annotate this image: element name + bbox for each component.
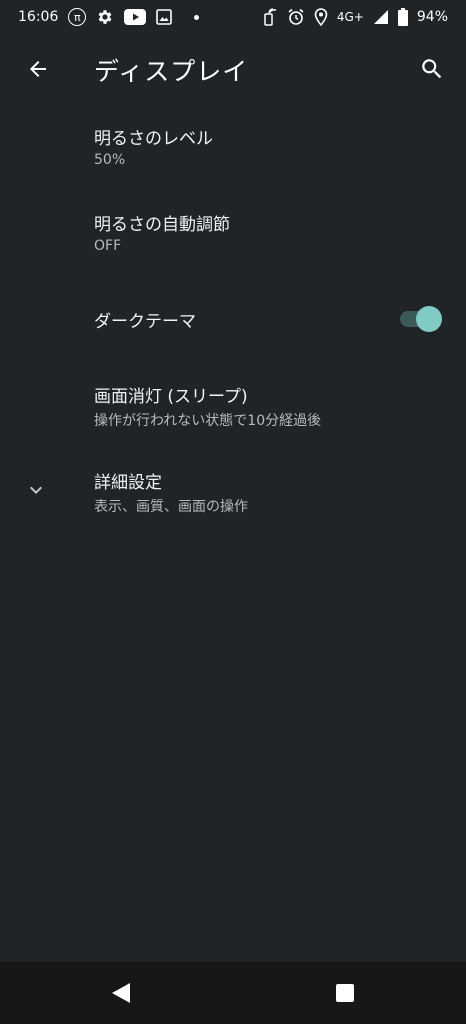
brightness-level-item[interactable]: 明るさのレベル 50% — [0, 104, 466, 190]
notification-dot — [194, 14, 200, 20]
square-recents-icon — [336, 984, 354, 1002]
item-title: ダークテーマ — [94, 312, 196, 332]
settings-list: 明るさのレベル 50% 明るさの自動調節 OFF ダークテーマ 画面消灯 (スリ… — [0, 104, 466, 534]
gear-icon — [96, 8, 114, 26]
app-bar: ディスプレイ — [0, 34, 466, 104]
adaptive-brightness-item[interactable]: 明るさの自動調節 OFF — [0, 190, 466, 276]
item-title: 明るさのレベル — [94, 129, 213, 149]
battery-icon — [397, 8, 408, 26]
triangle-back-icon — [112, 983, 130, 1003]
dark-theme-item[interactable]: ダークテーマ — [0, 276, 466, 362]
status-bar: 16:06 π 4G+ 94% — [0, 0, 466, 34]
battery-percent: 94% — [416, 9, 448, 25]
nav-recents-button[interactable] — [332, 980, 358, 1006]
item-title: 詳細設定 — [94, 473, 162, 493]
search-button[interactable] — [412, 49, 452, 89]
item-title: 画面消灯 (スリープ) — [94, 387, 248, 407]
nav-back-button[interactable] — [108, 980, 134, 1006]
status-time: 16:06 — [18, 9, 59, 25]
display-settings-screen: 16:06 π 4G+ 94% ディスプレイ 明るさのレベル 50% 明るさの自… — [0, 0, 466, 1024]
item-title: 明るさの自動調節 — [94, 215, 230, 235]
item-summary: 操作が行われない状態で10分経過後 — [94, 413, 322, 429]
pi-icon: π — [68, 8, 87, 26]
network-type: 4G+ — [336, 10, 364, 24]
navigation-bar — [0, 962, 466, 1024]
toggle-thumb — [416, 306, 442, 332]
alarm-icon — [287, 8, 305, 26]
location-icon — [314, 8, 328, 26]
item-summary: 50% — [94, 152, 126, 168]
signal-icon — [373, 9, 389, 25]
item-summary: 表示、画質、画面の操作 — [94, 499, 248, 515]
nfc-icon — [260, 8, 278, 26]
arrow-left-icon — [30, 61, 46, 77]
item-summary: OFF — [94, 238, 122, 254]
back-button[interactable] — [18, 49, 58, 89]
screen-timeout-item[interactable]: 画面消灯 (スリープ) 操作が行われない状態で10分経過後 — [0, 362, 466, 448]
page-title: ディスプレイ — [94, 57, 249, 86]
gallery-icon — [156, 9, 173, 25]
search-icon — [422, 59, 442, 79]
dark-theme-toggle[interactable] — [400, 306, 442, 332]
chevron-down-icon — [22, 476, 50, 504]
pi-glyph: π — [68, 8, 87, 26]
advanced-settings-item[interactable]: 詳細設定 表示、画質、画面の操作 — [0, 448, 466, 534]
youtube-icon — [124, 9, 147, 25]
